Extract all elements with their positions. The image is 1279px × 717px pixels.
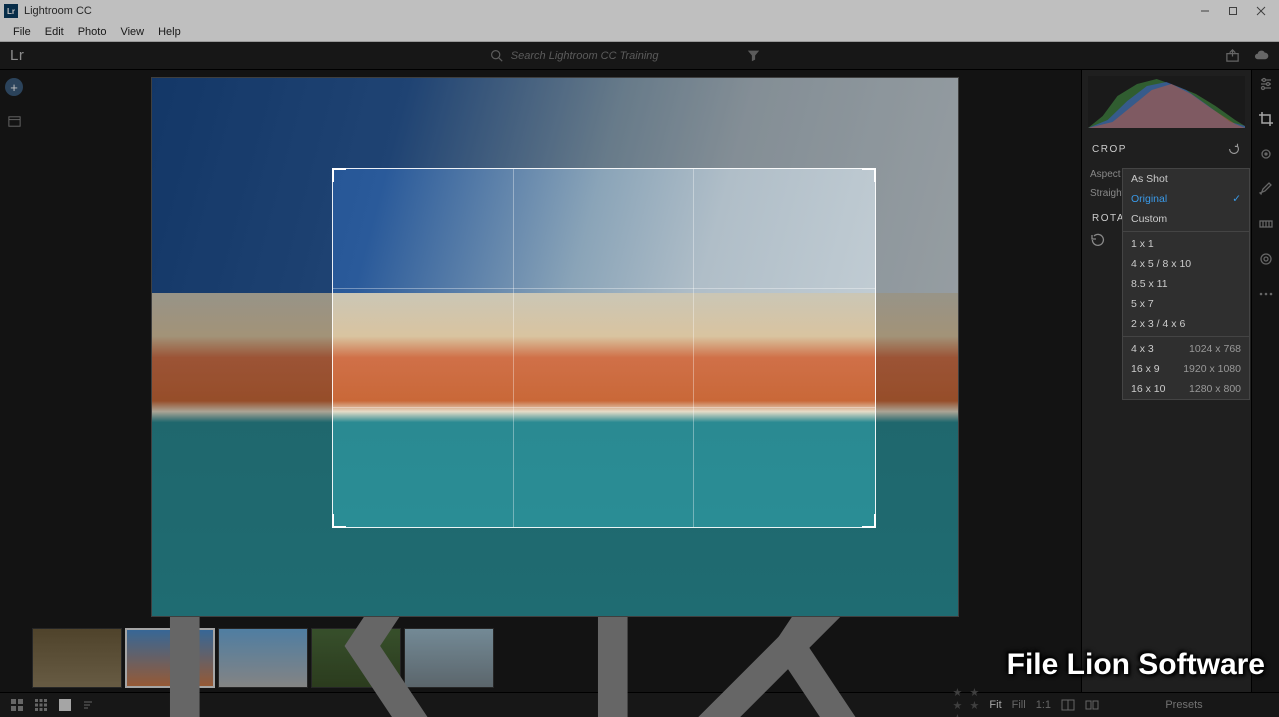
menu-view[interactable]: View — [113, 26, 151, 38]
filter-icon[interactable] — [747, 49, 760, 62]
minimize-button[interactable] — [1191, 2, 1219, 20]
sort-icon[interactable] — [82, 698, 96, 712]
menu-bar: File Edit Photo View Help — [0, 22, 1279, 42]
aspect-option-16x9[interactable]: 16 x 91920 x 1080 — [1123, 359, 1249, 379]
zoom-1to1[interactable]: 1:1 — [1036, 699, 1051, 711]
crop-tool-icon[interactable] — [1258, 111, 1274, 130]
grid-view-icon[interactable] — [10, 698, 24, 712]
aspect-option-1x1[interactable]: 1 x 1 — [1123, 234, 1249, 254]
cloud-icon[interactable] — [1254, 48, 1269, 63]
detail-view-icon[interactable] — [58, 698, 72, 712]
crop-handle-br[interactable] — [862, 514, 876, 528]
aspect-option-5x7[interactable]: 5 x 7 — [1123, 294, 1249, 314]
crop-handle-bl[interactable] — [332, 514, 346, 528]
aspect-option-2x3[interactable]: 2 x 3 / 4 x 6 — [1123, 314, 1249, 334]
linear-gradient-icon[interactable] — [1258, 216, 1274, 235]
app-title: Lightroom CC — [24, 5, 92, 17]
top-toolbar: Lr Search Lightroom CC Training — [0, 42, 1279, 70]
radial-gradient-icon[interactable] — [1258, 251, 1274, 270]
add-photos-button[interactable]: + — [5, 78, 23, 96]
crop-handle-tl[interactable] — [332, 168, 346, 182]
aspect-option-16x10[interactable]: 16 x 101280 x 800 — [1123, 379, 1249, 399]
my-photos-icon[interactable] — [7, 114, 22, 129]
rotate-ccw-icon[interactable] — [1090, 232, 1106, 248]
more-tools-icon[interactable] — [1258, 286, 1274, 305]
show-original-icon[interactable] — [1061, 698, 1075, 712]
aspect-option-custom[interactable]: Custom — [1123, 209, 1249, 229]
window-titlebar: Lr Lightroom CC — [0, 0, 1279, 22]
compare-icon[interactable] — [1085, 698, 1099, 712]
aspect-label: Aspect — [1090, 169, 1121, 180]
crop-panel-title: CROP — [1092, 144, 1127, 155]
histogram[interactable] — [1088, 76, 1245, 128]
healing-brush-icon[interactable] — [1258, 146, 1274, 165]
zoom-fit[interactable]: Fit — [989, 699, 1001, 711]
crop-handle-tr[interactable] — [862, 168, 876, 182]
brush-tool-icon[interactable] — [1258, 181, 1274, 200]
app-icon: Lr — [4, 4, 18, 18]
reset-crop-icon[interactable] — [1227, 142, 1241, 156]
presets-button[interactable]: Presets — [1099, 699, 1269, 711]
square-grid-icon[interactable] — [34, 698, 48, 712]
menu-photo[interactable]: Photo — [71, 26, 114, 38]
photo-canvas[interactable] — [151, 77, 959, 617]
lr-logo: Lr — [10, 47, 24, 64]
menu-file[interactable]: File — [6, 26, 38, 38]
search-box[interactable]: Search Lightroom CC Training — [490, 49, 760, 62]
close-button[interactable] — [1247, 2, 1275, 20]
right-panel: CROP Aspect Original Straighten ROTATE &… — [1081, 70, 1251, 692]
menu-edit[interactable]: Edit — [38, 26, 71, 38]
left-rail: + — [0, 70, 28, 692]
maximize-button[interactable] — [1219, 2, 1247, 20]
zoom-fill[interactable]: Fill — [1012, 699, 1026, 711]
edit-sliders-icon[interactable] — [1258, 76, 1274, 95]
aspect-ratio-menu: As Shot Original Custom 1 x 1 4 x 5 / 8 … — [1122, 168, 1250, 400]
aspect-option-as-shot[interactable]: As Shot — [1123, 169, 1249, 189]
aspect-option-4x5[interactable]: 4 x 5 / 8 x 10 — [1123, 254, 1249, 274]
bottom-bar: ★ ★ ★ ★ ★ Fit Fill 1:1 Presets — [0, 692, 1279, 717]
menu-help[interactable]: Help — [151, 26, 188, 38]
search-placeholder: Search Lightroom CC Training — [511, 50, 659, 62]
share-icon[interactable] — [1225, 48, 1240, 63]
image-viewer[interactable] — [28, 70, 1081, 623]
aspect-option-4x3[interactable]: 4 x 31024 x 768 — [1123, 339, 1249, 359]
rating-stars[interactable]: ★ ★ ★ ★ ★ — [953, 686, 990, 717]
tool-rail — [1251, 70, 1279, 692]
crop-overlay[interactable] — [332, 168, 876, 528]
search-icon — [490, 49, 503, 62]
aspect-option-original[interactable]: Original — [1123, 189, 1249, 209]
aspect-option-85x11[interactable]: 8.5 x 11 — [1123, 274, 1249, 294]
